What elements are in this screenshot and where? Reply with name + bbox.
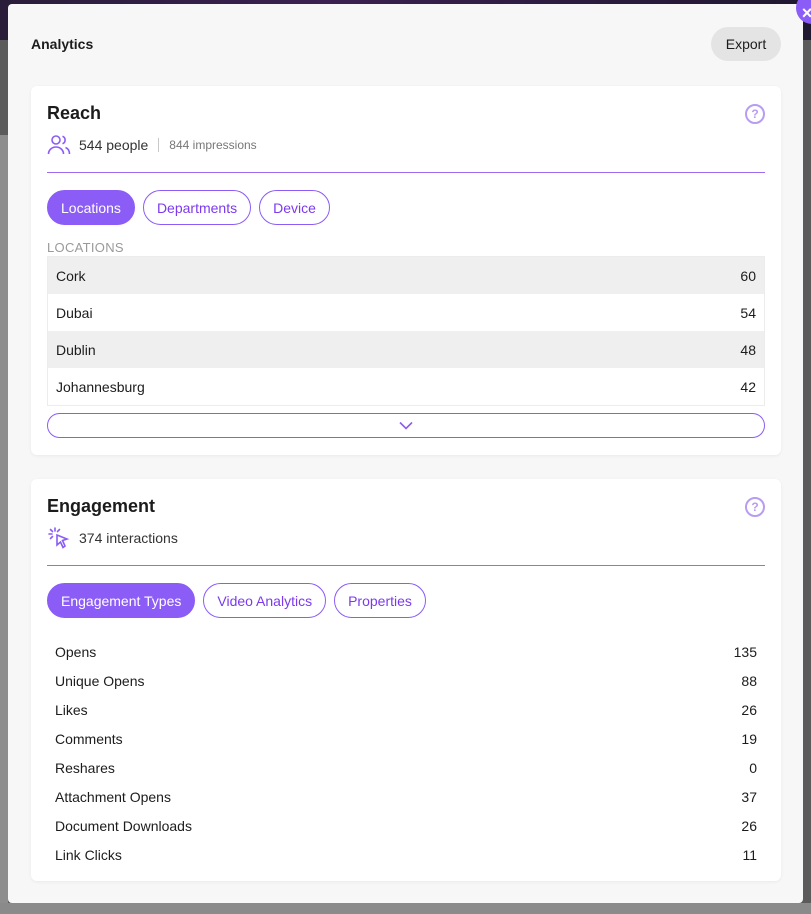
list-item: Attachment Opens 37 xyxy=(47,782,765,811)
tab-engagement-types[interactable]: Engagement Types xyxy=(47,583,196,618)
location-value: 54 xyxy=(740,304,756,321)
tab-departments[interactable]: Departments xyxy=(142,190,252,225)
engagement-value: 19 xyxy=(741,730,757,747)
engagement-list: Opens 135 Unique Opens 88 Likes 26 Comme… xyxy=(47,637,765,869)
engagement-tabs: Engagement Types Video Analytics Propert… xyxy=(47,583,426,618)
tab-locations[interactable]: Locations xyxy=(47,190,135,225)
engagement-value: 26 xyxy=(741,701,757,718)
expand-locations-button[interactable] xyxy=(47,413,765,438)
list-item: Opens 135 xyxy=(47,637,765,666)
engagement-card: Engagement ? 374 interactions Engagement… xyxy=(31,479,781,881)
close-icon: × xyxy=(801,2,811,23)
engagement-type: Unique Opens xyxy=(55,672,145,689)
engagement-type: Attachment Opens xyxy=(55,788,171,805)
backdrop-content-edge xyxy=(0,135,8,905)
list-item: Unique Opens 88 xyxy=(47,666,765,695)
location-value: 48 xyxy=(740,341,756,358)
engagement-type: Link Clicks xyxy=(55,846,122,863)
engagement-value: 37 xyxy=(741,788,757,805)
location-name: Cork xyxy=(56,267,86,284)
engagement-stats: 374 interactions xyxy=(47,527,178,549)
engagement-value: 135 xyxy=(733,643,757,660)
list-item: Link Clicks 11 xyxy=(47,840,765,869)
engagement-divider xyxy=(47,565,765,566)
engagement-type: Opens xyxy=(55,643,97,660)
reach-title: Reach xyxy=(47,103,102,123)
engagement-value: 26 xyxy=(741,817,757,834)
table-row: Dubai 54 xyxy=(48,294,764,331)
locations-table: Cork 60 Dubai 54 Dublin 48 Johannesburg … xyxy=(47,256,765,406)
engagement-value: 88 xyxy=(741,672,757,689)
tab-video-analytics[interactable]: Video Analytics xyxy=(203,583,327,618)
location-name: Dublin xyxy=(56,341,96,358)
impressions-count: 844 impressions xyxy=(169,138,257,152)
analytics-modal: × Analytics Export Reach ? 544 people 84… xyxy=(8,0,811,903)
table-row: Cork 60 xyxy=(48,257,764,294)
backdrop-bottom xyxy=(0,903,811,914)
engagement-type: Likes xyxy=(55,701,88,718)
list-item: Document Downloads 26 xyxy=(47,811,765,840)
reach-stats: 544 people 844 impressions xyxy=(47,134,257,156)
engagement-value: 0 xyxy=(749,759,757,776)
interactions-count: 374 interactions xyxy=(79,530,178,546)
engagement-type: Document Downloads xyxy=(55,817,192,834)
location-name: Dubai xyxy=(56,304,93,321)
help-icon[interactable]: ? xyxy=(745,497,765,517)
engagement-type: Comments xyxy=(55,730,123,747)
tab-device[interactable]: Device xyxy=(259,190,330,225)
stat-separator xyxy=(158,138,160,152)
engagement-type: Reshares xyxy=(55,759,115,776)
location-value: 60 xyxy=(740,267,756,284)
location-name: Johannesburg xyxy=(56,378,145,395)
tab-properties[interactable]: Properties xyxy=(334,583,426,618)
help-icon[interactable]: ? xyxy=(745,104,765,124)
click-icon xyxy=(47,527,71,549)
engagement-title: Engagement xyxy=(47,496,156,516)
reach-tabs: Locations Departments Device xyxy=(47,190,330,225)
list-item: Comments 19 xyxy=(47,724,765,753)
chevron-down-icon xyxy=(399,417,413,435)
close-button[interactable]: × xyxy=(796,0,811,24)
reach-divider xyxy=(47,172,765,173)
locations-label: LOCATIONS xyxy=(47,240,124,255)
location-value: 42 xyxy=(740,378,756,395)
people-count: 544 people xyxy=(79,137,149,153)
reach-card: Reach ? 544 people 844 impressions Locat… xyxy=(31,86,781,455)
engagement-value: 11 xyxy=(742,846,757,863)
table-row: Johannesburg 42 xyxy=(48,368,764,405)
list-item: Reshares 0 xyxy=(47,753,765,782)
export-button[interactable]: Export xyxy=(711,27,781,61)
people-icon xyxy=(47,134,71,156)
modal-title: Analytics xyxy=(31,36,94,52)
table-row: Dublin 48 xyxy=(48,331,764,368)
list-item: Likes 26 xyxy=(47,695,765,724)
